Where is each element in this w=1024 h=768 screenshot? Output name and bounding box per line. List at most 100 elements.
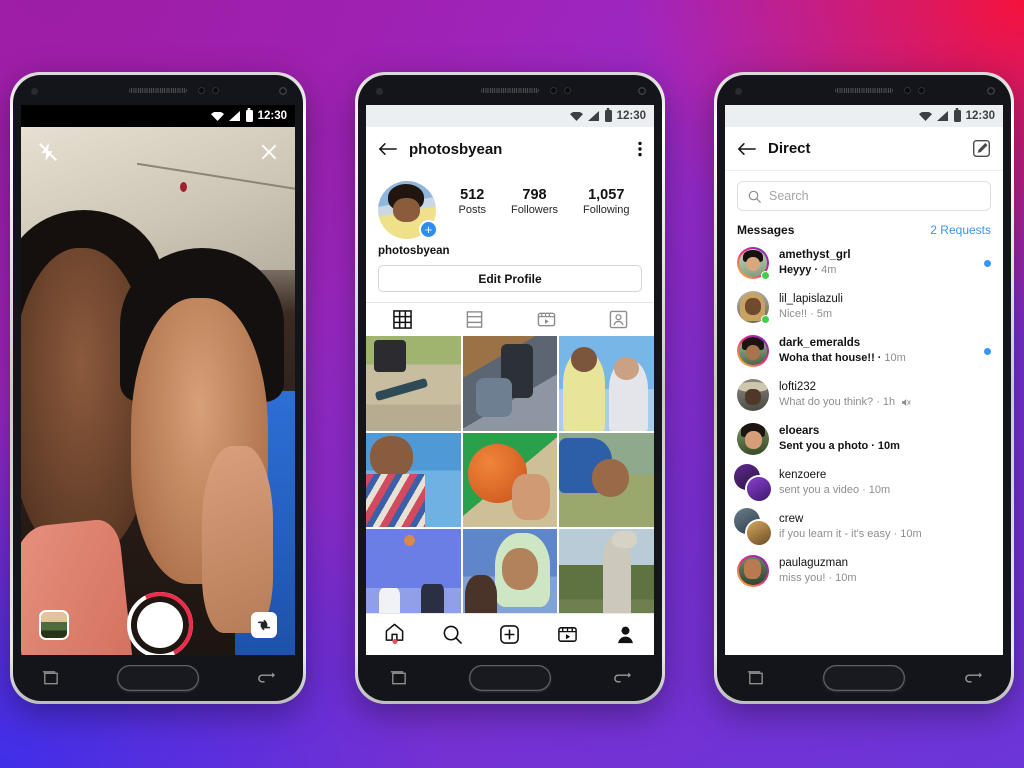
stat-posts[interactable]: 512 Posts xyxy=(458,187,486,216)
avatar-image-front xyxy=(747,477,771,501)
recents-key[interactable] xyxy=(41,670,60,686)
phone-profile-body: 12:30 photosbyean + 512 Posts 798 Follow… xyxy=(358,75,662,701)
back-key[interactable] xyxy=(612,670,632,686)
grid-photo[interactable] xyxy=(366,529,461,624)
list-item[interactable]: crew if you learn it - it's easy · 10m xyxy=(734,505,991,549)
avatar[interactable] xyxy=(737,555,769,587)
avatar[interactable] xyxy=(737,335,769,367)
list-item[interactable]: paulaguzman miss you! · 10m xyxy=(737,549,991,593)
avatar-image xyxy=(737,423,769,455)
compose-icon[interactable] xyxy=(972,139,991,158)
profile-tabs xyxy=(366,302,654,336)
thread-preview-text: What do you think? xyxy=(779,396,874,409)
muted-icon xyxy=(902,399,911,407)
thread-time: 10m xyxy=(900,528,922,541)
gallery-thumbnail[interactable] xyxy=(39,610,69,640)
camera-flip-icon[interactable] xyxy=(251,612,277,638)
avatar[interactable] xyxy=(737,423,769,455)
add-nav[interactable] xyxy=(499,624,520,645)
stat-following-label: Following xyxy=(583,204,630,216)
list-item[interactable]: kenzoere sent you a video · 10m xyxy=(734,461,991,505)
grid-photo[interactable] xyxy=(366,432,461,528)
list-item[interactable]: lil_lapislazuli Nice!! · 5m xyxy=(737,285,991,329)
message-thread-list: amethyst_grl Heyyy · 4m lil_lapislazuli … xyxy=(725,241,1003,593)
close-icon[interactable] xyxy=(259,142,279,162)
avatar[interactable] xyxy=(734,464,771,501)
thread-time: 10m xyxy=(884,352,906,365)
avatar[interactable] xyxy=(737,379,769,411)
list-item[interactable]: amethyst_grl Heyyy · 4m xyxy=(737,241,991,285)
page-title: photosbyean xyxy=(409,140,503,158)
thread-username: paulaguzman xyxy=(779,556,849,569)
thread-text: lil_lapislazuli Nice!! · 5m xyxy=(779,292,991,322)
back-arrow-icon[interactable] xyxy=(737,141,756,157)
shutter-inner xyxy=(137,602,183,648)
add-story-badge[interactable]: + xyxy=(419,220,438,239)
preview-red-object xyxy=(179,182,187,192)
recents-key[interactable] xyxy=(389,670,408,686)
stat-following[interactable]: 1,057 Following xyxy=(583,187,629,216)
grid-photo[interactable] xyxy=(462,529,558,625)
avatar[interactable] xyxy=(734,508,771,545)
thread-username: crew xyxy=(779,512,804,525)
status-time: 12:30 xyxy=(257,110,287,122)
search-input[interactable]: Search xyxy=(737,181,991,211)
shutter-button[interactable] xyxy=(127,592,193,655)
avatar[interactable] xyxy=(737,291,770,324)
back-key[interactable] xyxy=(256,670,275,686)
status-bar: 12:30 xyxy=(366,105,654,127)
proximity-sensor-icon xyxy=(904,87,911,94)
home-key[interactable] xyxy=(116,665,199,691)
requests-link[interactable]: 2 Requests xyxy=(930,223,991,237)
grid-photo[interactable] xyxy=(559,432,654,528)
guides-tab[interactable] xyxy=(438,303,510,336)
grid-photo[interactable] xyxy=(366,336,461,431)
thread-preview-text: Heyyy xyxy=(779,264,812,277)
avatar-image xyxy=(737,379,769,411)
android-nav-bar xyxy=(13,655,303,701)
grid-tab[interactable] xyxy=(366,303,438,336)
home-key[interactable] xyxy=(468,665,551,691)
messages-label: Messages xyxy=(737,223,795,237)
grid-photo[interactable] xyxy=(462,432,558,528)
proximity-sensor-icon xyxy=(550,87,557,94)
stat-followers-label: Followers xyxy=(510,204,559,216)
front-camera-icon xyxy=(279,87,287,95)
back-key[interactable] xyxy=(963,670,982,686)
signal-icon xyxy=(587,111,599,121)
flash-off-icon[interactable] xyxy=(37,141,59,163)
phone-camera-body: 12:30 xyxy=(13,75,303,701)
thread-separator: · xyxy=(862,484,866,497)
thread-separator: · xyxy=(876,396,880,409)
profile-username: photosbyean xyxy=(378,245,450,257)
unread-indicator xyxy=(984,259,991,267)
tagged-tab[interactable] xyxy=(582,303,654,336)
list-item[interactable]: eloears Sent you a photo · 10m xyxy=(737,417,991,461)
guides-icon xyxy=(466,311,482,328)
grid-photo[interactable] xyxy=(462,336,558,431)
profile-stats: 512 Posts 798 Followers 1,057 Following xyxy=(446,181,642,216)
back-arrow-icon[interactable] xyxy=(378,141,397,157)
thread-time: 10m xyxy=(835,572,857,585)
grid-photo[interactable] xyxy=(559,529,654,624)
home-key[interactable] xyxy=(823,665,905,691)
status-time: 12:30 xyxy=(965,110,995,122)
reels-nav[interactable] xyxy=(557,624,578,645)
reels-tab[interactable] xyxy=(510,303,582,336)
ambient-sensor-icon xyxy=(564,87,571,94)
grid-photo[interactable] xyxy=(559,336,654,431)
profile-nav[interactable] xyxy=(615,624,636,645)
bottom-navigation xyxy=(366,613,654,655)
recents-key[interactable] xyxy=(746,670,765,686)
stat-followers[interactable]: 798 Followers xyxy=(511,187,558,216)
overflow-menu-icon[interactable] xyxy=(638,141,642,157)
list-item[interactable]: dark_emeralds Woha that house!! · 10m xyxy=(737,329,991,373)
list-item[interactable]: lofti232 What do you think? · 1h xyxy=(737,373,991,417)
edit-profile-button[interactable]: Edit Profile xyxy=(378,265,642,292)
thread-preview-text: miss you! xyxy=(779,572,826,585)
avatar[interactable] xyxy=(737,247,770,280)
avatar[interactable]: + xyxy=(378,181,438,239)
home-nav[interactable] xyxy=(384,622,405,648)
search-nav[interactable] xyxy=(442,624,463,645)
phone-direct: 12:30 Direct Search Messages 2 Requests … xyxy=(714,72,1014,704)
